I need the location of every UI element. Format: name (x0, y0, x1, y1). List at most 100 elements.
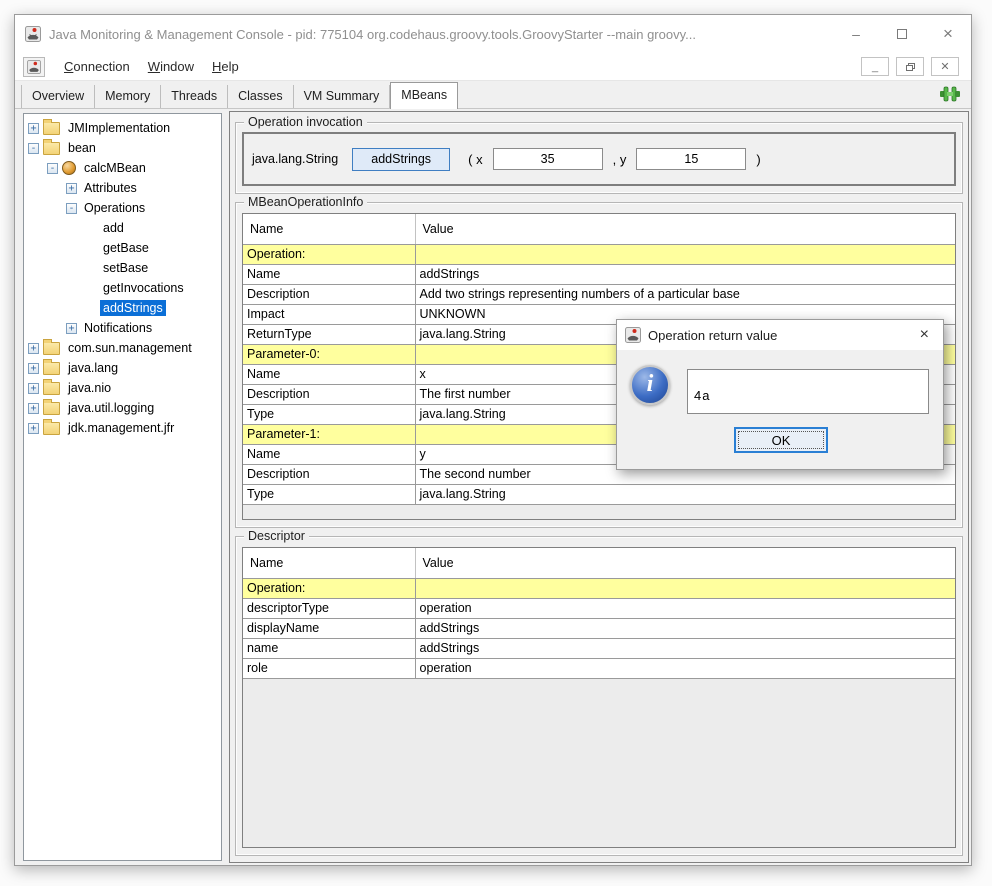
expand-icon[interactable]: + (28, 403, 39, 414)
tree-item-java.nio[interactable]: +java.nio (24, 378, 221, 398)
tree-item-label: JMImplementation (65, 120, 173, 136)
tree-item-label: Operations (81, 200, 148, 216)
java-console-icon (625, 327, 641, 343)
tree-item-attributes[interactable]: +Attributes (24, 178, 221, 198)
name-cell: Name (243, 264, 415, 284)
tab-mbeans[interactable]: MBeans (390, 82, 458, 109)
maximize-icon[interactable] (879, 15, 925, 53)
expand-icon[interactable]: + (66, 183, 77, 194)
table-row[interactable]: nameaddStrings (243, 638, 955, 658)
tree-item-label: getBase (100, 240, 152, 256)
table-row[interactable]: descriptorTypeoperation (243, 598, 955, 618)
table-row[interactable]: roleoperation (243, 658, 955, 678)
param-input-0[interactable] (493, 148, 603, 170)
expand-icon[interactable]: + (28, 123, 39, 134)
tree-item-label: setBase (100, 260, 151, 276)
tree-item-notifications[interactable]: + Notifications (24, 318, 221, 338)
value-cell: addStrings (415, 638, 955, 658)
tree-item-label: Notifications (81, 320, 155, 336)
expand-icon[interactable]: + (66, 323, 77, 334)
menu-item-help[interactable]: Help (203, 57, 248, 76)
expand-icon[interactable]: + (28, 383, 39, 394)
collapse-icon[interactable]: - (28, 143, 39, 154)
name-cell: Description (243, 284, 415, 304)
tree-item-jdk.management.jfr[interactable]: +jdk.management.jfr (24, 418, 221, 438)
invoke-operation-button[interactable]: addStrings (352, 148, 450, 171)
value-cell: addStrings (415, 618, 955, 638)
descriptor-scrollpane: NameValueOperation:descriptorTypeoperati… (242, 547, 956, 848)
window-title: Java Monitoring & Management Console - p… (49, 27, 833, 42)
tree-item-getbase[interactable]: getBase (24, 238, 221, 258)
tree-item-calcmbean[interactable]: -calcMBean (24, 158, 221, 178)
mbean-tree-panel: +JMImplementation-bean-calcMBean+Attribu… (23, 113, 222, 861)
return-type-label: java.lang.String (252, 152, 338, 166)
name-cell: Description (243, 464, 415, 484)
java-console-icon (27, 60, 41, 74)
tab-classes[interactable]: Classes (228, 85, 293, 108)
tree-item-add[interactable]: add (24, 218, 221, 238)
tab-overview[interactable]: Overview (21, 85, 95, 108)
name-cell: Parameter-0: (243, 344, 415, 364)
tab-threads[interactable]: Threads (161, 85, 228, 108)
menu-item-window[interactable]: Window (139, 57, 203, 76)
tree-item-label: bean (65, 140, 99, 156)
tree-item-java.lang[interactable]: + java.lang (24, 358, 221, 378)
group-title: Descriptor (244, 529, 309, 543)
inner-minimize-icon[interactable]: _ (861, 57, 889, 76)
tree-item-addstrings[interactable]: addStrings (24, 298, 221, 318)
tab-memory[interactable]: Memory (95, 85, 161, 108)
value-cell: addStrings (415, 264, 955, 284)
folder-icon (43, 422, 60, 435)
value-cell: operation (415, 658, 955, 678)
menu-item-connection[interactable]: Connection (55, 57, 139, 76)
table-row[interactable]: NameaddStrings (243, 264, 955, 284)
tree-item-label: java.lang (65, 360, 121, 376)
descriptor-group: Descriptor NameValueOperation:descriptor… (235, 536, 963, 856)
param-input-1[interactable] (636, 148, 746, 170)
table-row[interactable]: DescriptionAdd two strings representing … (243, 284, 955, 304)
column-header-name[interactable]: Name (243, 548, 415, 578)
close-icon[interactable]: × (925, 15, 971, 53)
tree-item-java.util.logging[interactable]: + java.util.logging (24, 398, 221, 418)
connection-status-plug-icon (939, 84, 961, 104)
table-row[interactable]: Typejava.lang.String (243, 484, 955, 504)
tree-item-setbase[interactable]: setBase (24, 258, 221, 278)
collapse-icon[interactable]: - (47, 163, 58, 174)
tab-vm-summary[interactable]: VM Summary (294, 85, 391, 108)
tree-item-operations[interactable]: -Operations (24, 198, 221, 218)
table-row[interactable]: displayNameaddStrings (243, 618, 955, 638)
table-row[interactable]: Operation: (243, 244, 955, 264)
tree-item-label: addStrings (100, 300, 166, 316)
expand-icon[interactable]: + (28, 363, 39, 374)
name-cell: Type (243, 404, 415, 424)
inner-close-icon[interactable]: ✕ (931, 57, 959, 76)
tree-item-jmimplementation[interactable]: + JMImplementation (24, 118, 221, 138)
column-header-value[interactable]: Value (415, 214, 955, 244)
tree-item-com.sun.management[interactable]: +com.sun.management (24, 338, 221, 358)
ok-button[interactable]: OK (734, 427, 828, 453)
operation-invocation-group: Operation invocation java.lang.String ad… (235, 122, 963, 194)
column-header-value[interactable]: Value (415, 548, 955, 578)
minimize-icon[interactable]: – (833, 15, 879, 53)
folder-icon (43, 382, 60, 395)
operation-return-value-dialog: Operation return value × OK (616, 319, 944, 470)
descriptor-table: NameValueOperation:descriptorTypeoperati… (243, 548, 955, 679)
tree-item-getinvocations[interactable]: getInvocations (24, 278, 221, 298)
menu-items: ConnectionWindowHelp (55, 57, 248, 76)
parameter-row: ( x, y) (462, 148, 767, 170)
collapse-icon[interactable]: - (66, 203, 77, 214)
inner-restore-icon[interactable] (896, 57, 924, 76)
expand-icon[interactable]: + (28, 423, 39, 434)
name-cell: name (243, 638, 415, 658)
dialog-title-bar: Operation return value × (617, 320, 943, 350)
table-row[interactable]: Operation: (243, 578, 955, 598)
folder-icon (43, 342, 60, 355)
app-menu-icon[interactable] (23, 57, 45, 77)
tree-item-bean[interactable]: - bean (24, 138, 221, 158)
column-header-name[interactable]: Name (243, 214, 415, 244)
value-cell (415, 244, 955, 264)
return-value-field[interactable] (687, 369, 929, 414)
tree-item-label: java.util.logging (65, 400, 157, 416)
expand-icon[interactable]: + (28, 343, 39, 354)
dialog-close-icon[interactable]: × (914, 326, 935, 344)
